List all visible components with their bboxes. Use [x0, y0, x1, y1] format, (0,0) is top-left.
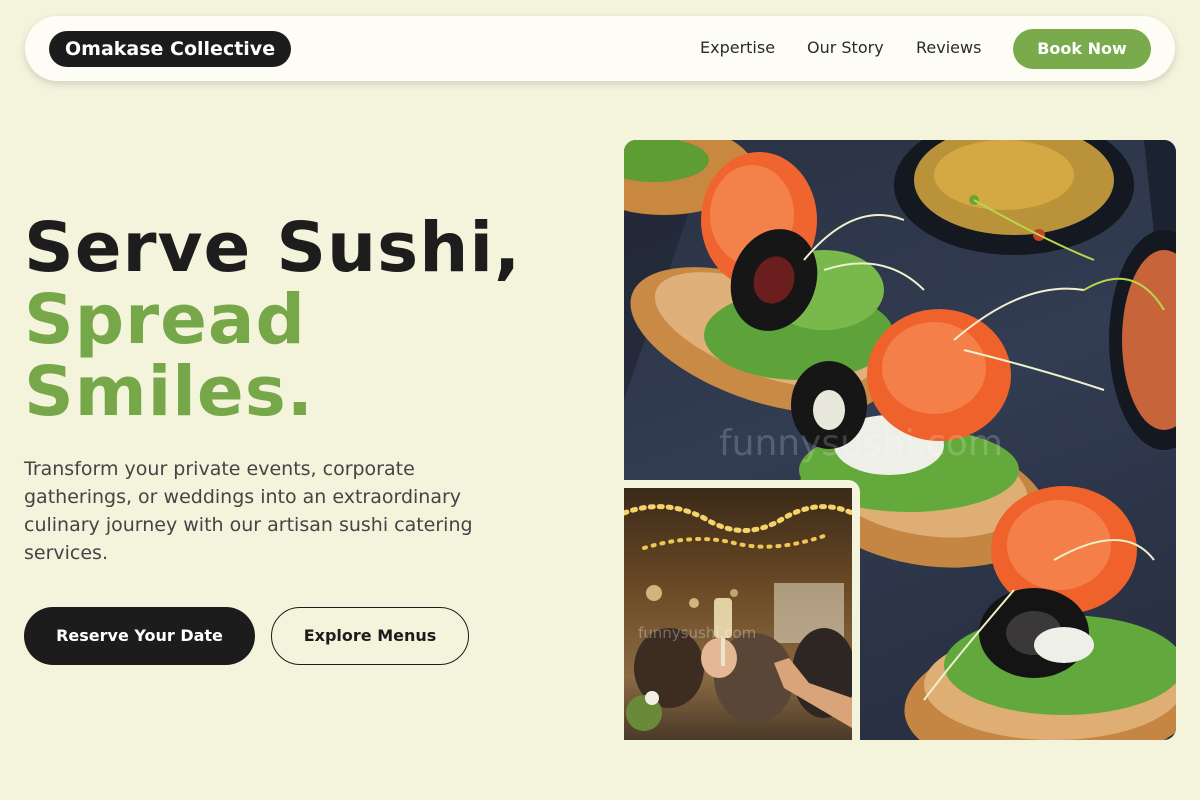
nav-link-our-story[interactable]: Our Story [807, 38, 884, 58]
nav-link-expertise[interactable]: Expertise [700, 38, 775, 58]
celebration-photo-frame: funnysushi.com [624, 480, 860, 740]
hero-headline: Serve Sushi, Spread Smiles. [24, 212, 521, 428]
hero-description: Transform your private events, corporate… [24, 458, 473, 564]
book-now-button[interactable]: Book Now [1013, 29, 1151, 69]
small-image-watermark: funnysushi.com [638, 624, 756, 642]
headline-line-2: Spread [24, 280, 306, 360]
brand-logo[interactable]: Omakase Collective [49, 31, 292, 67]
nav-link-reviews[interactable]: Reviews [916, 38, 981, 58]
reserve-date-button[interactable]: Reserve Your Date [24, 607, 255, 665]
main-image-watermark: funnysushi.com [719, 423, 1003, 464]
top-navbar: Omakase Collective Expertise Our Story R… [25, 16, 1175, 81]
explore-menus-button[interactable]: Explore Menus [271, 607, 469, 665]
headline-line-1: Serve Sushi, [24, 208, 522, 288]
headline-line-3: Smiles. [24, 352, 314, 432]
champagne-toast-photo: funnysushi.com [624, 488, 852, 740]
